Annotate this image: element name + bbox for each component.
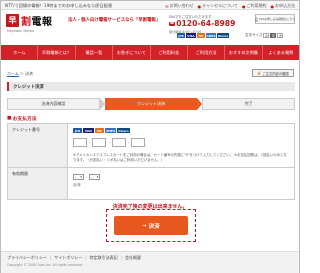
breadcrumb-home-link[interactable]: ホーム bbox=[7, 71, 19, 76]
checkout-steps: 決済内容確認 クレジット決済 完了 bbox=[7, 98, 296, 110]
header-card-logos: JCB VISA MC AMEX Diners bbox=[177, 33, 229, 38]
card-mastercard-icon: MC bbox=[197, 33, 205, 38]
top-link-howto[interactable]: ● お申込方法 bbox=[271, 3, 296, 9]
document-icon: ● bbox=[242, 3, 246, 9]
card-amex-icon: AMEX bbox=[105, 128, 116, 133]
card-number-inputs: - - - bbox=[73, 138, 146, 147]
step-confirm: 決済内容確認 bbox=[7, 98, 100, 110]
top-link-terms[interactable]: ● ご利用規約 bbox=[242, 3, 267, 9]
footer-link-site-policy[interactable]: サイトポリシー bbox=[54, 255, 82, 261]
logo-mark: 早 bbox=[6, 14, 19, 27]
top-link-cancel[interactable]: ● キャンセルについて bbox=[198, 3, 238, 9]
expiry-format-note: 月/年 bbox=[73, 183, 81, 187]
card-visa-icon: VISA bbox=[83, 128, 94, 133]
expiry-row: -- ▾ - -- ▾ 月/年 bbox=[68, 168, 294, 199]
site-header: 早 割電報 Hayawari Denpo 法人・個人向け電報サービスなら「早割電… bbox=[1, 11, 299, 41]
site-tagline: NTT/う回線の電報！19時までのお申し込みなら即日配達 bbox=[5, 3, 113, 8]
font-size-small-button[interactable]: 小 bbox=[263, 33, 270, 38]
footer-link-privacy[interactable]: プライバシーポリシー bbox=[7, 255, 47, 261]
accepted-cards: JCB VISA MC AMEX Diners bbox=[73, 128, 130, 133]
card-number-row: JCB VISA MC AMEX Diners - - - ※アメリカンエクスプ… bbox=[68, 124, 294, 168]
nav-about[interactable]: 早割電報とは？ bbox=[38, 45, 76, 60]
step-credit-payment: クレジット決済 bbox=[104, 98, 198, 110]
card-number-input-3[interactable] bbox=[111, 138, 126, 147]
expiry-month-select[interactable]: -- ▾ bbox=[73, 174, 84, 180]
nav-how-to-use[interactable]: ご利用方法 bbox=[188, 45, 226, 60]
font-size-large-button[interactable]: 大 bbox=[277, 33, 284, 38]
question-icon: ● bbox=[270, 3, 275, 9]
card-jcb-icon: JCB bbox=[177, 33, 185, 38]
card-mastercard-icon: MC bbox=[95, 128, 104, 133]
footer-link-legal[interactable]: 特定取引法表記 bbox=[90, 255, 118, 261]
nav-faq[interactable]: よくある質問 bbox=[263, 45, 299, 60]
font-size-label: 文字サイズ bbox=[245, 33, 263, 37]
envelope-icon: ✉ bbox=[165, 3, 169, 9]
site-logo[interactable]: 早 割電報 bbox=[6, 14, 66, 28]
freedial-icon: ☎ bbox=[169, 21, 176, 26]
logo-text: 割電報 bbox=[21, 17, 53, 28]
phone-number[interactable]: ☎ 0120-64-8989 bbox=[169, 20, 251, 28]
nav-urgent[interactable]: お急ぎについて bbox=[113, 45, 151, 60]
submit-highlight-frame: → 決済 bbox=[106, 209, 196, 242]
page-frame: NTT/う回線の電報！19時までのお申し込みなら即日配達 ✉ お問い合わせ ● キャ… bbox=[0, 0, 300, 273]
phone-block: FAXでもご注文いただけます ☎ 0120-64-8989 受付時間 8:00～2… bbox=[169, 14, 251, 34]
page-title: クレジット決済 bbox=[7, 82, 295, 91]
step-complete: 完了 bbox=[202, 98, 296, 110]
card-visa-icon: VISA bbox=[186, 33, 196, 38]
fax-icon: ⎙ bbox=[254, 16, 259, 22]
submit-payment-button[interactable]: → 決済 bbox=[114, 216, 188, 235]
main-nav: ホーム 早割電報とは？ 電話一覧 お急ぎについて ご利用料金 ご利用方法 おすす… bbox=[1, 45, 299, 60]
footer-links: プライバシーポリシー | サイトポリシー | 特定取引法表記 | 会社概要 bbox=[7, 255, 141, 261]
breadcrumb-current: 決済 bbox=[24, 71, 33, 76]
chevron-down-icon: ▾ bbox=[96, 175, 99, 179]
card-number-note: ※アメリカンエクスプレスカードをご利用の場合は、カード番号の先頭に"0"をつけて… bbox=[73, 153, 287, 162]
payment-form: クレジット番号 JCB VISA MC AMEX Diners - - - ※ア… bbox=[7, 123, 295, 200]
card-number-label: クレジット番号 bbox=[8, 124, 68, 168]
top-utility-bar: NTT/う回線の電報！19時までのお申し込みなら即日配達 ✉ お問い合わせ ● キャ… bbox=[1, 1, 299, 10]
expiry-label: 有効期限 bbox=[8, 168, 68, 199]
card-jcb-icon: JCB bbox=[73, 128, 82, 133]
card-number-input-1[interactable] bbox=[73, 138, 87, 147]
payment-section-title: ■ お支払方法 bbox=[7, 116, 37, 122]
nav-home[interactable]: ホーム bbox=[1, 45, 39, 60]
card-number-input-2[interactable] bbox=[92, 138, 107, 147]
arrow-right-icon: → bbox=[142, 222, 147, 229]
nav-telegram-list[interactable]: 電話一覧 bbox=[76, 45, 114, 60]
nav-sample-messages[interactable]: おすすめ文例集 bbox=[225, 45, 263, 60]
top-links: ✉ お問い合わせ ● キャンセルについて ● ご利用規約 ● お申込方法 bbox=[165, 3, 295, 9]
card-diners-icon: Diners bbox=[217, 33, 229, 38]
font-size-switcher: 文字サイズ 小 中 大 bbox=[245, 33, 284, 38]
footer-link-company[interactable]: 会社概要 bbox=[125, 255, 141, 261]
card-amex-icon: AMEX bbox=[206, 33, 216, 38]
info-icon: ● bbox=[197, 3, 202, 9]
expiry-selects: -- ▾ - -- ▾ bbox=[73, 174, 101, 180]
font-size-medium-button[interactable]: 中 bbox=[270, 33, 277, 38]
fax-form-button[interactable]: ⎙ FAXお申し込み用紙はこちら bbox=[255, 14, 295, 24]
site-footer: プライバシーポリシー | サイトポリシー | 特定取引法表記 | 会社概要 Co… bbox=[1, 251, 299, 273]
logo-subtitle: Hayawari Denpo bbox=[7, 29, 35, 33]
expiry-year-select[interactable]: -- ▾ bbox=[89, 174, 101, 180]
breadcrumb: ホーム＞決済 bbox=[7, 71, 33, 76]
order-confirm-button[interactable]: 🔒 ご注文内容の確認 bbox=[252, 69, 294, 77]
nav-pricing[interactable]: ご利用料金 bbox=[151, 45, 188, 60]
square-bullet-icon: ■ bbox=[7, 116, 12, 121]
copyright: Copyright © 2008 Ovas Inc. All rights re… bbox=[7, 263, 83, 267]
card-number-input-4[interactable] bbox=[131, 138, 146, 147]
top-link-contact[interactable]: ✉ お問い合わせ bbox=[165, 3, 193, 9]
lock-icon: 🔒 bbox=[257, 71, 262, 75]
header-catchphrase: 法人・個人向け電報サービスなら「早割電報」 bbox=[68, 18, 161, 23]
chevron-down-icon: ▾ bbox=[80, 175, 82, 179]
card-diners-icon: Diners bbox=[117, 128, 130, 133]
